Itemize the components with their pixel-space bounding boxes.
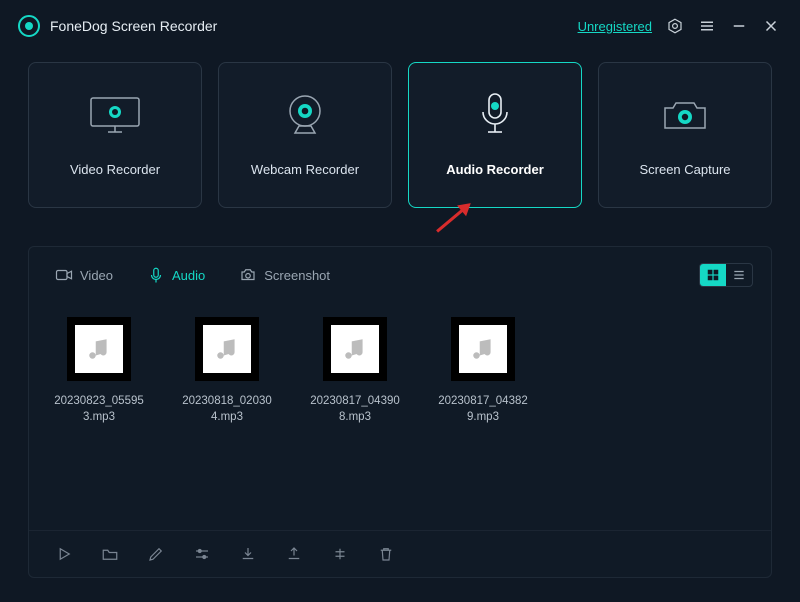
convert-icon[interactable] (331, 545, 349, 563)
file-item[interactable]: 20230817_043908.mp3 (307, 317, 403, 425)
mode-label: Audio Recorder (446, 162, 544, 177)
file-thumbnail (195, 317, 259, 381)
file-name: 20230823_055953.mp3 (51, 393, 147, 425)
mode-card-screen-capture[interactable]: Screen Capture (598, 62, 772, 208)
menu-icon[interactable] (698, 17, 716, 35)
library-tabs: Video Audio Screenshot (29, 247, 771, 299)
minimize-icon[interactable] (730, 17, 748, 35)
mode-label: Webcam Recorder (251, 162, 359, 177)
view-list-button[interactable] (726, 264, 752, 286)
trash-icon[interactable] (377, 545, 395, 563)
mode-card-audio[interactable]: Audio Recorder (408, 62, 582, 208)
download-icon[interactable] (239, 545, 257, 563)
mode-label: Video Recorder (70, 162, 160, 177)
music-note-icon (86, 336, 112, 362)
monitor-icon (88, 94, 142, 136)
file-item[interactable]: 20230817_043829.mp3 (435, 317, 531, 425)
camera-icon (660, 94, 710, 136)
view-toggle (699, 263, 753, 287)
mode-cards-row: Video Recorder Webcam Recorder Audio Rec… (0, 52, 800, 208)
mode-card-video[interactable]: Video Recorder (28, 62, 202, 208)
mode-label: Screen Capture (639, 162, 730, 177)
tab-label: Video (80, 268, 113, 283)
unregistered-link[interactable]: Unregistered (578, 19, 652, 34)
tab-label: Audio (172, 268, 205, 283)
close-icon[interactable] (762, 17, 780, 35)
edit-icon[interactable] (147, 545, 165, 563)
file-grid: 20230823_055953.mp3 20230818_020304.mp3 … (29, 299, 771, 530)
file-item[interactable]: 20230823_055953.mp3 (51, 317, 147, 425)
tab-label: Screenshot (264, 268, 330, 283)
file-thumbnail (323, 317, 387, 381)
sliders-icon[interactable] (193, 545, 211, 563)
music-note-icon (214, 336, 240, 362)
title-bar: FoneDog Screen Recorder Unregistered (0, 0, 800, 52)
webcam-icon (283, 94, 327, 136)
folder-icon[interactable] (101, 545, 119, 563)
file-thumbnail (67, 317, 131, 381)
view-grid-button[interactable] (700, 264, 726, 286)
file-name: 20230818_020304.mp3 (179, 393, 275, 425)
tab-audio[interactable]: Audio (147, 266, 205, 284)
tab-screenshot[interactable]: Screenshot (239, 266, 330, 284)
file-item[interactable]: 20230818_020304.mp3 (179, 317, 275, 425)
tab-video[interactable]: Video (55, 266, 113, 284)
share-icon[interactable] (285, 545, 303, 563)
app-title: FoneDog Screen Recorder (50, 18, 217, 34)
music-note-icon (342, 336, 368, 362)
file-name: 20230817_043829.mp3 (435, 393, 531, 425)
music-note-icon (470, 336, 496, 362)
file-thumbnail (451, 317, 515, 381)
file-name: 20230817_043908.mp3 (307, 393, 403, 425)
settings-gear-icon[interactable] (666, 17, 684, 35)
play-icon[interactable] (55, 545, 73, 563)
app-logo-icon (18, 15, 40, 37)
mode-card-webcam[interactable]: Webcam Recorder (218, 62, 392, 208)
microphone-icon (477, 94, 513, 136)
library-toolbar (29, 530, 771, 577)
library-panel: Video Audio Screenshot 20230823_055953.m… (28, 246, 772, 578)
